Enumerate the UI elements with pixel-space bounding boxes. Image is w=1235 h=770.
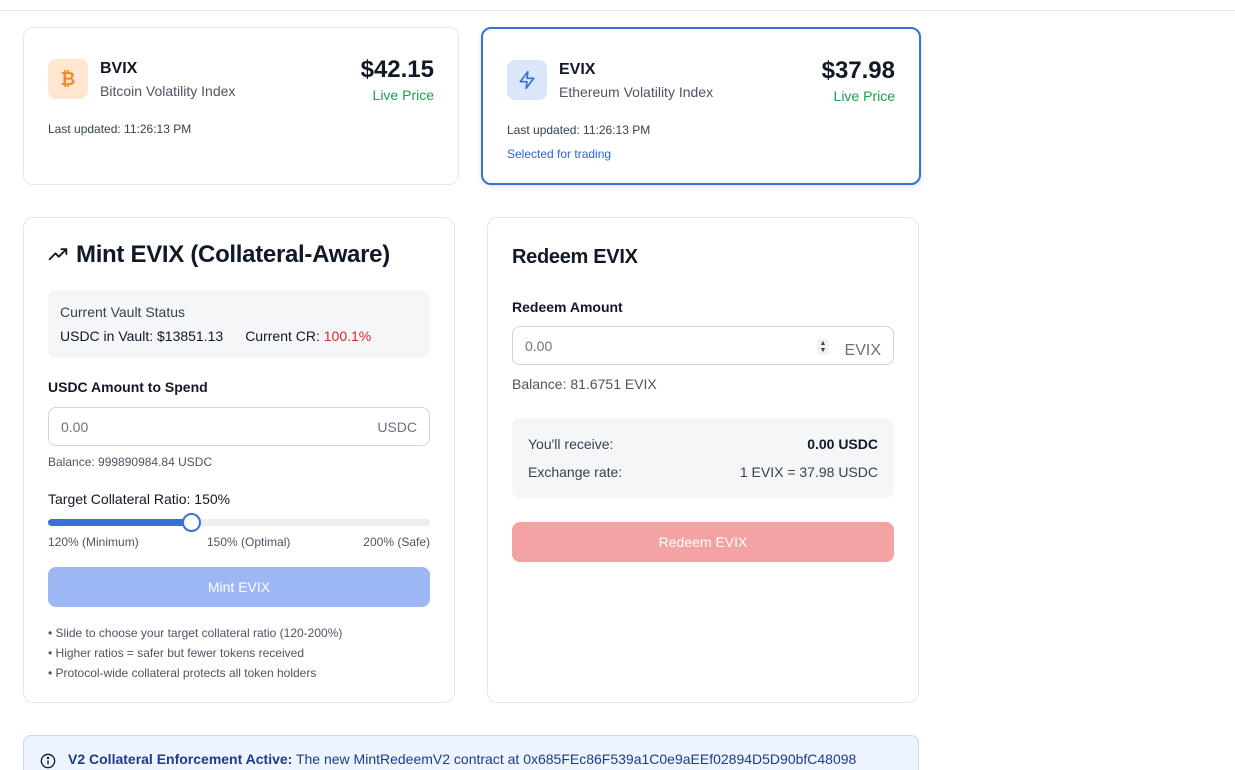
redeem-amount-label: Redeem Amount [512, 299, 623, 315]
vault-status-row: USDC in Vault: $13851.13 Current CR: 100… [60, 328, 371, 344]
redeem-button[interactable]: Redeem EVIX [512, 522, 894, 562]
usdc-amount-placeholder: 0.00 [61, 419, 89, 435]
banner-text: V2 Collateral Enforcement Active: The ne… [68, 751, 856, 767]
number-stepper-icon[interactable]: ▲ ▼ [817, 339, 829, 355]
lightning-icon [507, 60, 547, 100]
usdc-amount-input[interactable]: 0.00 USDC [48, 407, 430, 446]
mint-button[interactable]: Mint EVIX [48, 567, 430, 607]
trending-up-icon [48, 248, 68, 261]
usdc-balance: Balance: 999890984.84 USDC [48, 455, 213, 469]
bitcoin-icon: ₿ [48, 59, 88, 99]
receive-value: 0.00 USDC [807, 436, 878, 452]
bvix-name: Bitcoin Volatility Index [100, 83, 236, 99]
receive-summary-box: You'll receive: 0.00 USDC Exchange rate:… [512, 418, 894, 498]
vault-status-title: Current Vault Status [60, 304, 186, 320]
page: ₿ BVIX Bitcoin Volatility Index $42.15 L… [0, 0, 1235, 770]
evix-name: Ethereum Volatility Index [559, 84, 714, 100]
slider-mark-min: 120% (Minimum) [48, 535, 139, 549]
evix-symbol: EVIX [559, 61, 596, 78]
evix-live-label: Live Price [833, 88, 895, 104]
note-item: • Higher ratios = safer but fewer tokens… [48, 646, 304, 660]
usdc-suffix: USDC [377, 419, 417, 435]
bvix-symbol: BVIX [100, 60, 138, 77]
selected-for-trading-label: Selected for trading [507, 147, 612, 161]
receive-row: You'll receive: 0.00 USDC [528, 436, 878, 452]
redeem-title: Redeem EVIX [512, 246, 638, 268]
bvix-price: $42.15 [360, 56, 434, 83]
top-bar [0, 0, 1235, 11]
slider-fill [48, 519, 192, 526]
banner-bold: V2 Collateral Enforcement Active: [68, 751, 293, 767]
slider-mark-optimal: 150% (Optimal) [207, 535, 291, 549]
redeem-panel: Redeem EVIX Redeem Amount 0.00 ▲ ▼ EVIX B… [487, 217, 919, 703]
bvix-last-updated: Last updated: 11:26:13 PM [48, 122, 192, 136]
usdc-in-vault: USDC in Vault: $13851.13 [60, 328, 224, 344]
info-icon [40, 753, 56, 769]
vault-status-box: Current Vault Status USDC in Vault: $138… [48, 290, 430, 358]
evix-last-updated: Last updated: 11:26:13 PM [507, 123, 651, 137]
mint-title-text: Mint EVIX (Collateral-Aware) [76, 241, 390, 268]
current-cr-value: 100.1% [323, 328, 372, 344]
note-item: • Slide to choose your target collateral… [48, 626, 343, 640]
redeem-amount-input[interactable]: 0.00 ▲ ▼ EVIX [512, 326, 894, 365]
bvix-price-card[interactable]: ₿ BVIX Bitcoin Volatility Index $42.15 L… [23, 27, 459, 185]
current-cr: Current CR: 100.1% [245, 328, 372, 344]
collateral-enforcement-banner: V2 Collateral Enforcement Active: The ne… [23, 735, 919, 770]
exchange-rate-label: Exchange rate: [528, 464, 623, 480]
mint-notes: • Slide to choose your target collateral… [48, 623, 342, 683]
banner-message: The new MintRedeemV2 contract at 0x685FE… [295, 751, 857, 767]
note-item: • Protocol-wide collateral protects all … [48, 666, 317, 680]
slider-thumb[interactable] [182, 513, 202, 532]
evix-price-card[interactable]: EVIX Ethereum Volatility Index $37.98 Li… [481, 27, 921, 185]
evix-balance: Balance: 81.6751 EVIX [512, 376, 657, 392]
receive-label: You'll receive: [528, 436, 614, 452]
mint-title: Mint EVIX (Collateral-Aware) [48, 241, 390, 269]
mint-panel: Mint EVIX (Collateral-Aware) Current Vau… [23, 217, 455, 703]
collateral-ratio-slider[interactable] [48, 513, 430, 532]
slider-mark-safe: 200% (Safe) [363, 535, 430, 549]
evix-price: $37.98 [821, 57, 895, 84]
redeem-amount-placeholder: 0.00 [525, 338, 553, 354]
exchange-rate-value: 1 EVIX = 37.98 USDC [739, 464, 878, 480]
bvix-live-label: Live Price [372, 87, 434, 103]
usdc-amount-label: USDC Amount to Spend [48, 379, 208, 395]
exchange-rate-row: Exchange rate: 1 EVIX = 37.98 USDC [528, 464, 878, 480]
evix-suffix: EVIX [844, 342, 881, 359]
target-collateral-label: Target Collateral Ratio: 150% [48, 491, 231, 507]
